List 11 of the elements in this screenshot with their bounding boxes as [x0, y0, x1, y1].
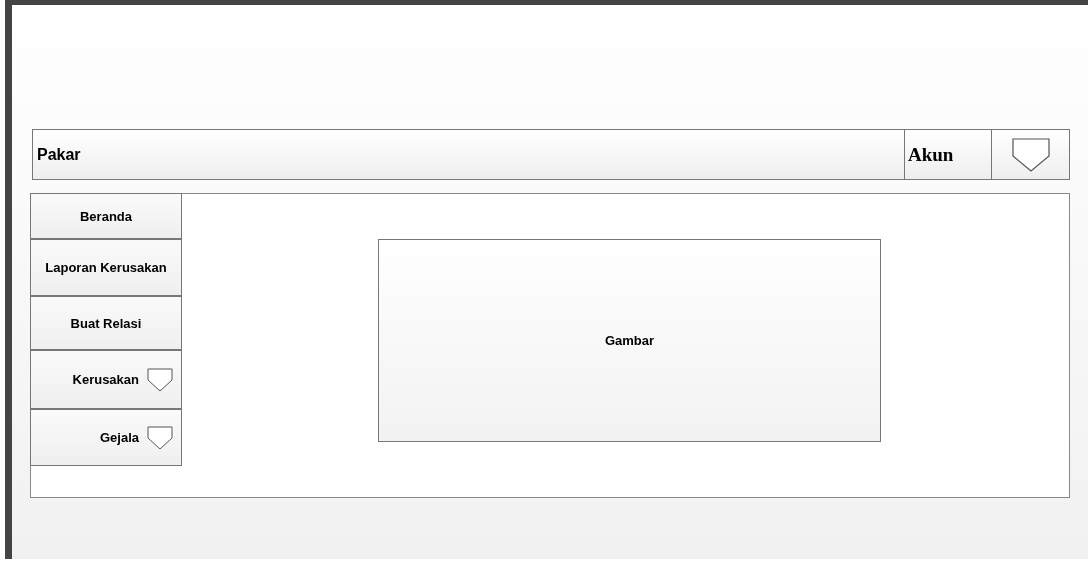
menu-item[interactable]: Kerusakan — [30, 350, 182, 409]
menu-item[interactable]: Buat Relasi — [30, 296, 182, 350]
dropdown-icon — [1011, 137, 1050, 172]
dropdown-icon — [147, 425, 173, 450]
account-label[interactable]: Akun — [904, 130, 992, 179]
menu-item[interactable]: Beranda — [30, 193, 182, 239]
app-title: Pakar — [36, 145, 82, 164]
menu-item[interactable]: Gejala — [30, 409, 182, 466]
image-label: Gambar — [604, 333, 655, 348]
menu-item[interactable]: Laporan Kerusakan — [30, 239, 182, 296]
dropdown-icon — [147, 367, 173, 392]
